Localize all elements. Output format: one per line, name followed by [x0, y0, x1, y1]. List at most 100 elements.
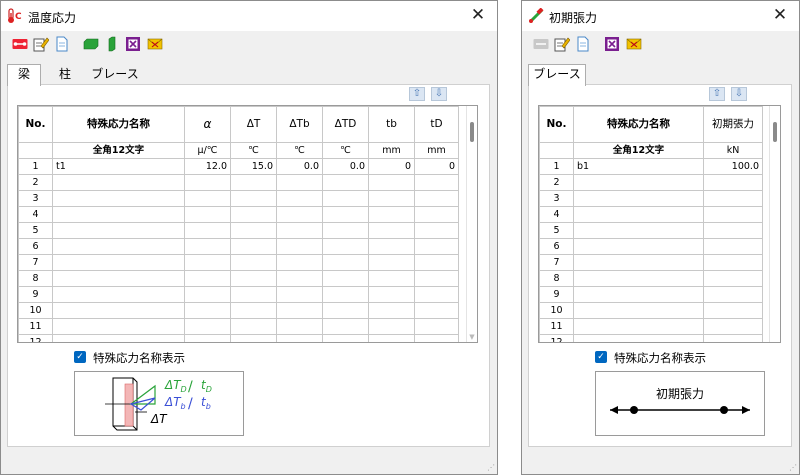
value-cell[interactable] [276, 334, 323, 342]
name-cell[interactable] [52, 270, 185, 287]
value-cell[interactable] [322, 318, 369, 335]
table-row[interactable]: 3 [539, 190, 763, 207]
close-button[interactable]: ✕ [469, 6, 487, 24]
value-cell[interactable] [703, 174, 763, 191]
name-cell[interactable] [573, 222, 704, 239]
tab-brace[interactable]: ブレース [87, 65, 143, 84]
table-row[interactable]: 7 [539, 254, 763, 271]
value-cell[interactable] [703, 206, 763, 223]
value-cell[interactable] [276, 318, 323, 335]
value-cell[interactable] [230, 222, 277, 239]
beam-icon[interactable] [83, 36, 99, 52]
show-name-checkbox[interactable]: ✓ [74, 351, 86, 363]
value-cell[interactable] [184, 190, 231, 207]
value-cell[interactable] [703, 270, 763, 287]
scroll-thumb[interactable] [470, 122, 474, 142]
move-up-button[interactable]: ⇧ [409, 87, 425, 101]
mail-icon[interactable] [626, 36, 642, 52]
value-cell[interactable] [368, 174, 415, 191]
table-row[interactable]: 11 [18, 318, 459, 335]
value-cell[interactable] [368, 302, 415, 319]
name-cell[interactable] [573, 254, 704, 271]
table-row[interactable]: 8 [539, 270, 763, 287]
value-cell[interactable] [368, 238, 415, 255]
table-row[interactable]: 9 [539, 286, 763, 303]
value-cell[interactable] [184, 270, 231, 287]
value-cell[interactable] [322, 254, 369, 271]
value-cell[interactable] [368, 190, 415, 207]
value-cell[interactable] [322, 334, 369, 342]
value-cell[interactable] [414, 302, 459, 319]
vertical-scrollbar[interactable]: ▼ [466, 106, 477, 342]
value-cell[interactable] [368, 206, 415, 223]
name-cell[interactable] [52, 222, 185, 239]
value-cell[interactable] [184, 254, 231, 271]
value-cell[interactable]: 15.0 [230, 158, 277, 175]
move-down-button[interactable]: ⇩ [731, 87, 747, 101]
value-cell[interactable]: 0.0 [322, 158, 369, 175]
value-cell[interactable] [703, 302, 763, 319]
name-cell[interactable] [52, 190, 185, 207]
table-row[interactable]: 6 [539, 238, 763, 255]
value-cell[interactable] [368, 254, 415, 271]
value-cell[interactable] [322, 286, 369, 303]
scroll-thumb[interactable] [773, 122, 777, 142]
value-cell[interactable] [276, 222, 323, 239]
value-cell[interactable]: 0 [414, 158, 459, 175]
value-cell[interactable]: 0 [368, 158, 415, 175]
column-icon[interactable] [104, 36, 120, 52]
table-row[interactable]: 10 [18, 302, 459, 319]
name-cell[interactable] [573, 302, 704, 319]
value-cell[interactable] [230, 286, 277, 303]
value-cell[interactable] [322, 238, 369, 255]
table-row[interactable]: 3 [18, 190, 459, 207]
value-cell[interactable] [703, 190, 763, 207]
edit-icon[interactable] [33, 36, 49, 52]
value-cell[interactable] [368, 270, 415, 287]
name-cell[interactable] [573, 238, 704, 255]
value-cell[interactable] [703, 318, 763, 335]
move-up-button[interactable]: ⇧ [709, 87, 725, 101]
value-cell[interactable] [703, 334, 763, 342]
table-row[interactable]: 4 [18, 206, 459, 223]
value-cell[interactable] [703, 222, 763, 239]
table-row[interactable]: 6 [18, 238, 459, 255]
table-row[interactable]: 12 [539, 334, 763, 342]
name-cell[interactable]: b1 [573, 158, 704, 175]
name-cell[interactable] [573, 286, 704, 303]
resize-grip[interactable]: ⋰ [487, 464, 495, 472]
table-row[interactable]: 8 [18, 270, 459, 287]
table-row[interactable]: 1 b1 100.0 [539, 158, 763, 175]
table-row[interactable]: 5 [539, 222, 763, 239]
value-cell[interactable] [230, 334, 277, 342]
value-cell[interactable] [276, 206, 323, 223]
value-cell[interactable] [184, 238, 231, 255]
value-cell[interactable] [414, 254, 459, 271]
value-cell[interactable] [230, 238, 277, 255]
value-cell[interactable] [230, 302, 277, 319]
value-cell[interactable] [414, 174, 459, 191]
table-row[interactable]: 2 [539, 174, 763, 191]
value-cell[interactable] [322, 302, 369, 319]
mail-icon[interactable] [147, 36, 163, 52]
value-cell[interactable] [368, 286, 415, 303]
value-cell[interactable] [414, 222, 459, 239]
value-cell[interactable] [368, 222, 415, 239]
table-row[interactable]: 9 [18, 286, 459, 303]
name-cell[interactable] [573, 174, 704, 191]
value-cell[interactable] [184, 334, 231, 342]
brace-icon[interactable] [12, 36, 28, 52]
name-cell[interactable] [52, 334, 185, 342]
value-cell[interactable] [368, 318, 415, 335]
name-cell[interactable] [52, 238, 185, 255]
value-cell[interactable] [276, 302, 323, 319]
value-cell[interactable] [230, 206, 277, 223]
value-cell[interactable] [368, 334, 415, 342]
name-cell[interactable] [573, 190, 704, 207]
table-row[interactable]: 4 [539, 206, 763, 223]
value-cell[interactable] [414, 334, 459, 342]
name-cell[interactable] [52, 174, 185, 191]
table-row[interactable]: 2 [18, 174, 459, 191]
value-cell[interactable] [703, 238, 763, 255]
value-cell[interactable] [230, 190, 277, 207]
